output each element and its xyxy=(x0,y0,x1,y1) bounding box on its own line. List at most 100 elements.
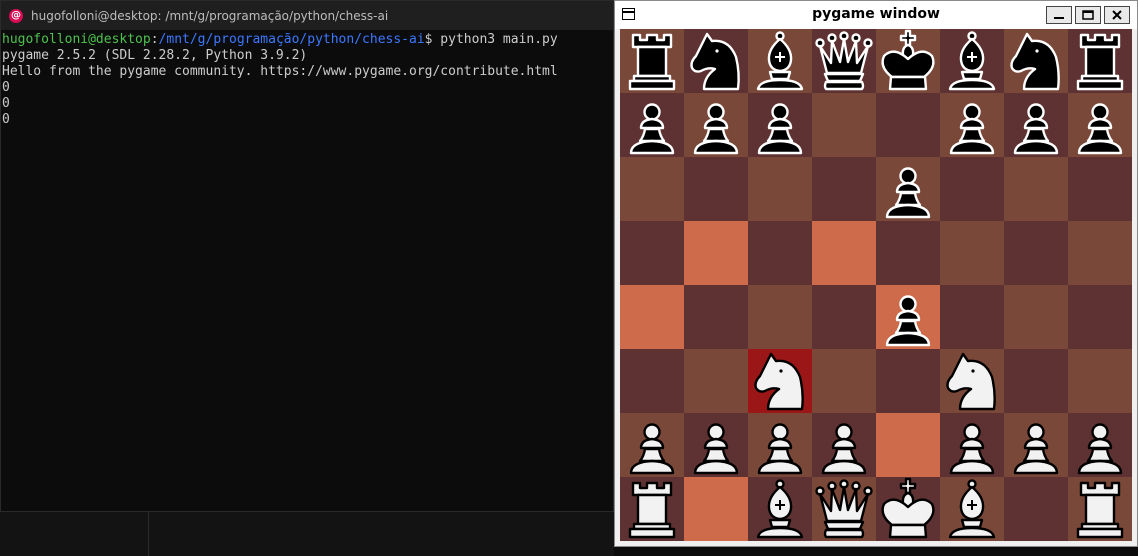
square-d8[interactable] xyxy=(812,29,876,93)
square-c6[interactable] xyxy=(748,157,812,221)
black-queen-icon[interactable] xyxy=(812,29,876,93)
square-a4[interactable] xyxy=(620,285,684,349)
white-bishop-icon[interactable] xyxy=(748,477,812,541)
square-h5[interactable] xyxy=(1068,221,1132,285)
square-d2[interactable] xyxy=(812,413,876,477)
white-pawn-icon[interactable] xyxy=(812,413,876,477)
square-b8[interactable] xyxy=(684,29,748,93)
white-king-icon[interactable] xyxy=(876,477,940,541)
square-g6[interactable] xyxy=(1004,157,1068,221)
black-pawn-icon[interactable] xyxy=(620,93,684,157)
maximize-button[interactable] xyxy=(1075,6,1101,24)
square-a1[interactable] xyxy=(620,477,684,541)
square-d5[interactable] xyxy=(812,221,876,285)
square-f1[interactable] xyxy=(940,477,1004,541)
square-a6[interactable] xyxy=(620,157,684,221)
square-c1[interactable] xyxy=(748,477,812,541)
black-pawn-icon[interactable] xyxy=(1068,93,1132,157)
white-queen-icon[interactable] xyxy=(812,477,876,541)
square-f6[interactable] xyxy=(940,157,1004,221)
square-d7[interactable] xyxy=(812,93,876,157)
white-pawn-icon[interactable] xyxy=(1068,413,1132,477)
square-h7[interactable] xyxy=(1068,93,1132,157)
black-knight-icon[interactable] xyxy=(684,29,748,93)
chess-board[interactable] xyxy=(620,29,1132,541)
square-c4[interactable] xyxy=(748,285,812,349)
pygame-titlebar[interactable]: pygame window xyxy=(615,1,1137,29)
square-b7[interactable] xyxy=(684,93,748,157)
square-c7[interactable] xyxy=(748,93,812,157)
square-h1[interactable] xyxy=(1068,477,1132,541)
black-pawn-icon[interactable] xyxy=(940,93,1004,157)
black-rook-icon[interactable] xyxy=(1068,29,1132,93)
square-f8[interactable] xyxy=(940,29,1004,93)
black-rook-icon[interactable] xyxy=(620,29,684,93)
minimize-button[interactable] xyxy=(1046,6,1072,24)
terminal-window[interactable]: @ hugofolloni@desktop: /mnt/g/programaçã… xyxy=(0,0,614,512)
square-g3[interactable] xyxy=(1004,349,1068,413)
square-e3[interactable] xyxy=(876,349,940,413)
square-c5[interactable] xyxy=(748,221,812,285)
square-e6[interactable] xyxy=(876,157,940,221)
square-f7[interactable] xyxy=(940,93,1004,157)
square-g8[interactable] xyxy=(1004,29,1068,93)
white-rook-icon[interactable] xyxy=(1068,477,1132,541)
square-f4[interactable] xyxy=(940,285,1004,349)
black-knight-icon[interactable] xyxy=(1004,29,1068,93)
square-e2[interactable] xyxy=(876,413,940,477)
square-d4[interactable] xyxy=(812,285,876,349)
square-f3[interactable] xyxy=(940,349,1004,413)
square-g2[interactable] xyxy=(1004,413,1068,477)
square-a2[interactable] xyxy=(620,413,684,477)
square-f2[interactable] xyxy=(940,413,1004,477)
square-a5[interactable] xyxy=(620,221,684,285)
black-king-icon[interactable] xyxy=(876,29,940,93)
square-b2[interactable] xyxy=(684,413,748,477)
square-d1[interactable] xyxy=(812,477,876,541)
square-h8[interactable] xyxy=(1068,29,1132,93)
square-d6[interactable] xyxy=(812,157,876,221)
square-b3[interactable] xyxy=(684,349,748,413)
terminal-titlebar[interactable]: @ hugofolloni@desktop: /mnt/g/programaçã… xyxy=(1,1,613,30)
square-h6[interactable] xyxy=(1068,157,1132,221)
black-bishop-icon[interactable] xyxy=(940,29,1004,93)
square-b6[interactable] xyxy=(684,157,748,221)
square-b5[interactable] xyxy=(684,221,748,285)
square-h3[interactable] xyxy=(1068,349,1132,413)
pygame-window[interactable]: pygame window xyxy=(614,0,1138,547)
black-pawn-icon[interactable] xyxy=(684,93,748,157)
white-pawn-icon[interactable] xyxy=(940,413,1004,477)
terminal-output[interactable]: hugofolloni@desktop:/mnt/g/programação/p… xyxy=(1,30,613,128)
square-a8[interactable] xyxy=(620,29,684,93)
square-h2[interactable] xyxy=(1068,413,1132,477)
square-e5[interactable] xyxy=(876,221,940,285)
white-rook-icon[interactable] xyxy=(620,477,684,541)
close-button[interactable] xyxy=(1104,6,1130,24)
white-pawn-icon[interactable] xyxy=(1004,413,1068,477)
white-bishop-icon[interactable] xyxy=(940,477,1004,541)
square-e8[interactable] xyxy=(876,29,940,93)
square-c3[interactable] xyxy=(748,349,812,413)
square-g7[interactable] xyxy=(1004,93,1068,157)
white-knight-icon[interactable] xyxy=(940,349,1004,413)
square-g5[interactable] xyxy=(1004,221,1068,285)
white-knight-icon[interactable] xyxy=(748,349,812,413)
square-a3[interactable] xyxy=(620,349,684,413)
square-a7[interactable] xyxy=(620,93,684,157)
square-c2[interactable] xyxy=(748,413,812,477)
square-f5[interactable] xyxy=(940,221,1004,285)
square-e7[interactable] xyxy=(876,93,940,157)
square-g4[interactable] xyxy=(1004,285,1068,349)
black-bishop-icon[interactable] xyxy=(748,29,812,93)
black-pawn-icon[interactable] xyxy=(876,157,940,221)
square-h4[interactable] xyxy=(1068,285,1132,349)
black-pawn-icon[interactable] xyxy=(748,93,812,157)
black-pawn-icon[interactable] xyxy=(876,285,940,349)
square-g1[interactable] xyxy=(1004,477,1068,541)
square-e1[interactable] xyxy=(876,477,940,541)
white-pawn-icon[interactable] xyxy=(748,413,812,477)
black-pawn-icon[interactable] xyxy=(1004,93,1068,157)
square-b4[interactable] xyxy=(684,285,748,349)
white-pawn-icon[interactable] xyxy=(684,413,748,477)
square-d3[interactable] xyxy=(812,349,876,413)
